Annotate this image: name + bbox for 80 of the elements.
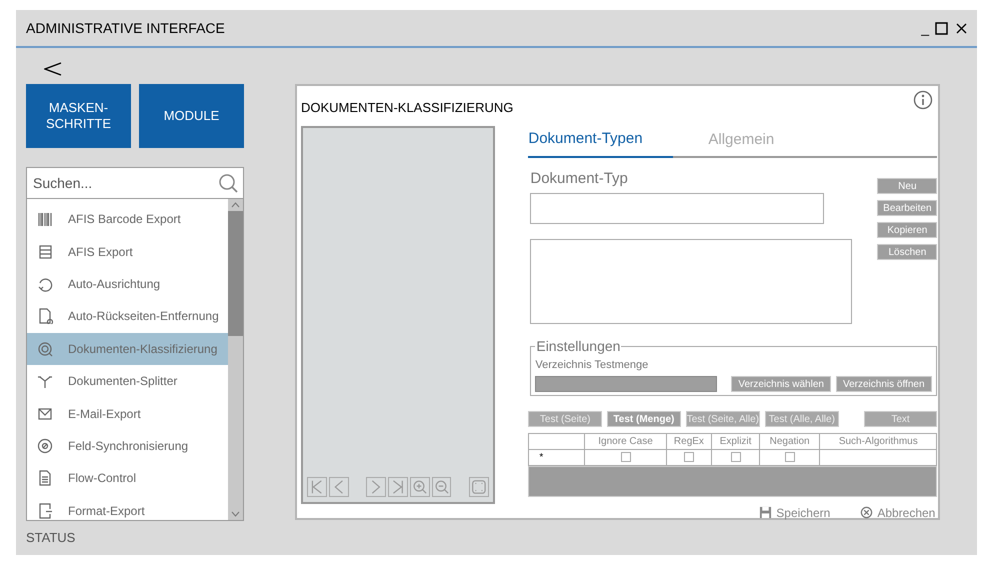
next-page-icon[interactable] [366,476,386,496]
list-item[interactable]: Auto-Ausrichtung [27,268,228,300]
side-button[interactable]: Neu [877,178,938,194]
column-header: Explizit [712,433,760,449]
doc-lines-icon [37,470,53,486]
column-header: Ignore Case [584,433,666,449]
test-button[interactable]: Test (Menge) [607,410,681,426]
panel-title: DOKUMENTEN-KLASSIFIZIERUNG [301,99,514,117]
row-marker: * [539,452,544,462]
barcode-icon [37,211,53,228]
cancel-icon [860,506,874,519]
zoom-out-icon[interactable] [432,476,452,496]
last-page-icon[interactable] [388,476,408,496]
side-button[interactable]: Löschen [877,244,938,260]
scroll-up-icon[interactable] [231,202,240,208]
nav-button[interactable]: MASKEN- SCHRITTE [26,84,131,148]
list-item[interactable]: AFIS Export [27,235,228,268]
mail-icon [37,406,53,422]
tab[interactable]: Allgemein [708,128,774,158]
status-text: STATUS [26,529,76,547]
column-header: Such-Algorithmus [820,433,937,449]
test-button[interactable]: Test (Alle, Alle) [765,410,839,426]
list-item-label: AFIS Export [68,244,133,261]
checkbox[interactable] [784,452,795,462]
path-field[interactable] [535,376,718,392]
info-icon[interactable] [913,90,933,110]
first-page-icon[interactable] [307,476,327,496]
list-item-label: AFIS Barcode Export [68,211,181,228]
checkbox[interactable] [620,452,631,462]
list-item[interactable]: Dokumenten-Klassifizierung [27,332,228,365]
footer-button[interactable]: Abbrechen [860,504,936,522]
checkbox[interactable] [730,452,741,462]
close-button[interactable] [956,22,967,34]
list-item-label: Dokumenten-Klassifizierung [68,340,218,358]
side-button[interactable]: Kopieren [877,222,938,238]
nav-button[interactable]: MODULE [139,84,244,148]
list-item[interactable]: Format-Export [27,494,228,520]
list-item-label: Flow-Control [68,470,136,488]
back-icon[interactable] [44,60,62,78]
test-button[interactable]: Test (Seite) [528,410,602,426]
list-item-label: Auto-Rückseiten-Entfernung [68,308,219,326]
list-item-label: Auto-Ausrichtung [68,276,160,293]
checkbox[interactable] [684,452,694,462]
field-label: Verzeichnis Testmenge [535,358,650,372]
list-item[interactable]: Flow-Control [27,462,228,495]
previous-page-icon[interactable] [328,476,349,496]
list-item[interactable]: E-Mail-Export [27,397,228,430]
list-item-label: E-Mail-Export [68,406,141,423]
list-item-label: Format-Export [68,502,145,520]
group-title: Einstellungen [535,336,622,356]
list-item[interactable]: Auto-Rückseiten-Entfernung [27,300,228,333]
list-item[interactable]: Feld-Synchronisierung [27,430,228,462]
list-item-label: Dokumenten-Splitter [68,373,178,390]
search-icon[interactable] [218,173,238,193]
scroll-down-icon[interactable] [231,511,240,517]
list-item-label: Feld-Synchronisierung [68,438,188,455]
list-item[interactable]: Dokumenten-Splitter [27,364,228,398]
text-area[interactable] [530,238,852,324]
column-header: Negation [760,433,820,449]
zoom-in-icon[interactable] [410,476,430,496]
test-button[interactable]: Text [864,410,938,426]
target-icon [37,340,53,357]
tab[interactable]: Dokument-Typen [528,128,674,158]
text-field[interactable] [530,192,824,224]
maximize-button[interactable] [935,22,948,34]
scrollbar[interactable] [228,199,243,520]
directory-button[interactable]: Verzeichnis öffnen [836,376,932,392]
window-title: ADMINISTRATIVE INTERFACE [26,18,226,38]
fit-icon[interactable] [469,476,489,496]
rotate-icon [37,276,53,292]
minimize-button[interactable]: _ [921,18,929,38]
column-header: RegEx [666,433,712,449]
directory-button[interactable]: Verzeichnis wählen [731,376,831,392]
scrollbar-thumb[interactable] [228,211,243,336]
field-label: Dokument-Typ [530,169,628,189]
list-item[interactable]: AFIS Barcode Export [27,203,228,236]
test-button[interactable]: Test (Seite, Alle) [686,410,760,426]
footer-button[interactable]: Speichern [759,504,830,522]
search-field[interactable]: Suchen... [26,167,244,199]
side-button[interactable]: Bearbeiten [877,200,938,216]
